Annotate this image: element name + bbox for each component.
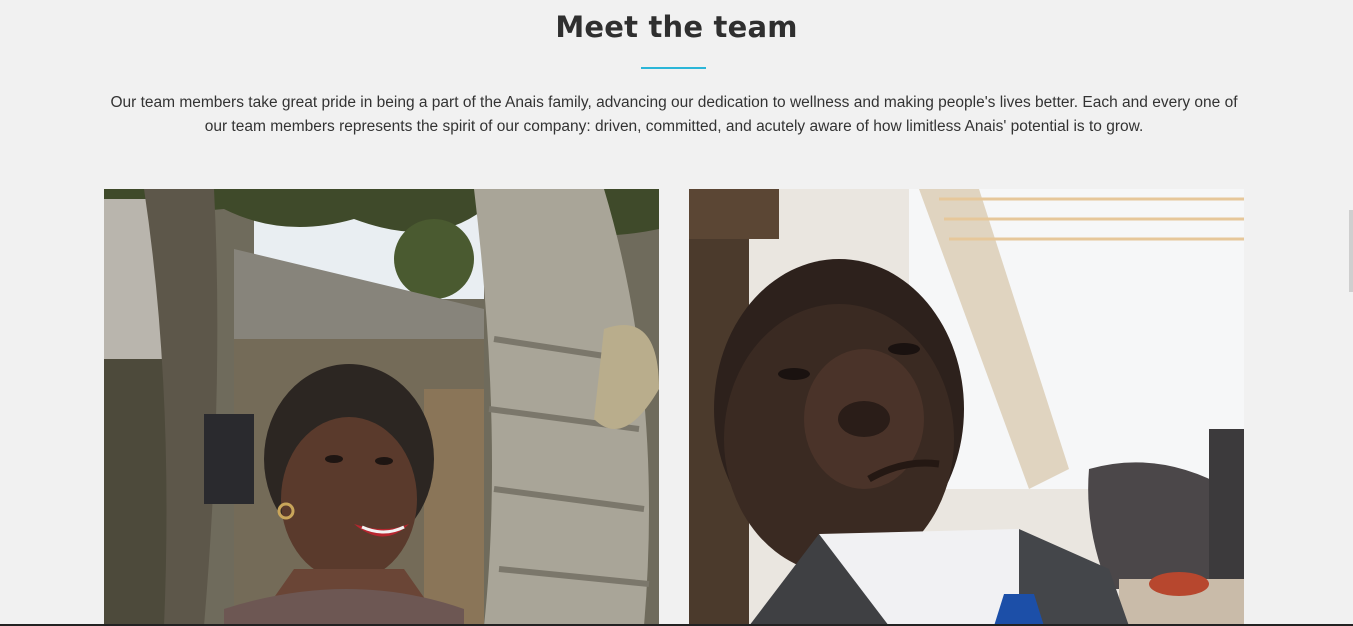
section-description: Our team members take great pride in bei… xyxy=(110,94,1238,135)
team-member-photo-1-image xyxy=(104,189,659,626)
team-member-photo-2 xyxy=(689,189,1244,626)
title-underline xyxy=(641,67,706,69)
team-section: Meet the team Our team members take grea… xyxy=(0,0,1353,626)
page-scrollbar[interactable] xyxy=(1349,210,1353,292)
team-member-photo-1 xyxy=(104,189,659,626)
section-title: Meet the team xyxy=(555,10,798,44)
team-member-photo-2-image xyxy=(689,189,1244,626)
